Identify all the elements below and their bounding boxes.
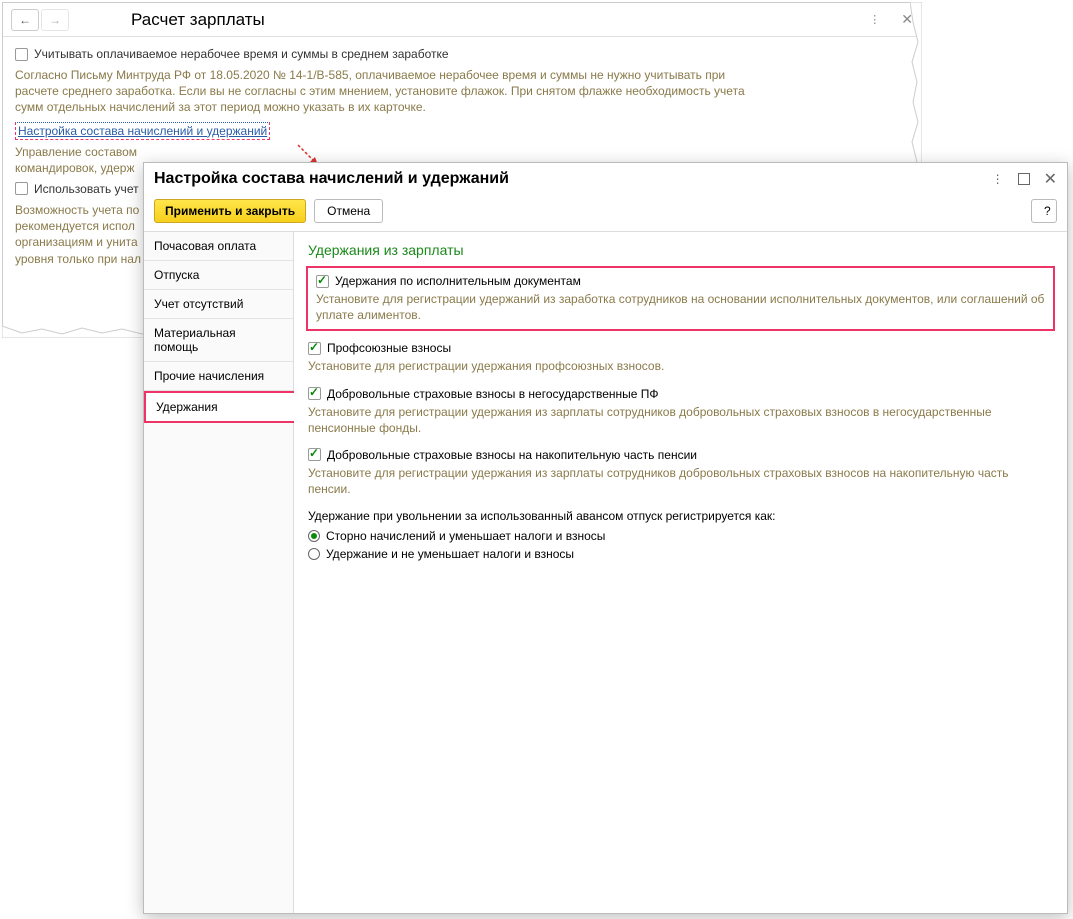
setting-description: Установите для регистрации удержания про… (308, 358, 1053, 374)
apply-close-button[interactable]: Применить и закрыть (154, 199, 306, 223)
radio-group-title: Удержание при увольнении за использованн… (308, 509, 1053, 523)
settings-link[interactable]: Настройка состава начислений и удержаний (15, 122, 270, 140)
truncated-text: командировок, удерж (15, 161, 134, 175)
radio-label: Сторно начислений и уменьшает налоги и в… (326, 529, 605, 543)
truncated-text: Возможность учета по (15, 203, 139, 217)
checkbox-label: Учитывать оплачиваемое нерабочее время и… (34, 47, 449, 61)
checkbox-accounting[interactable] (15, 182, 28, 195)
settings-modal: Настройка состава начислений и удержаний… (143, 162, 1068, 914)
modal-title: Настройка состава начислений и удержаний (154, 170, 509, 188)
setting-executory-docs: Удержания по исполнительным документам У… (306, 266, 1055, 331)
checkbox-union-fees[interactable] (308, 342, 321, 355)
setting-voluntary-pf: Добровольные страховые взносы в негосуда… (308, 387, 1053, 436)
close-icon[interactable]: ✕ (901, 11, 913, 28)
setting-description: Установите для регистрации удержаний из … (316, 291, 1045, 323)
tab-absences[interactable]: Учет отсутствий (144, 290, 293, 319)
truncated-text: организациям и унита (15, 235, 138, 249)
checkbox-nonworking-time[interactable] (15, 48, 28, 61)
kebab-menu-icon[interactable]: ⋮ (869, 13, 881, 26)
truncated-text: рекомендуется испол (15, 219, 135, 233)
setting-description: Установите для регистрации удержания из … (308, 465, 1053, 497)
modal-header: Настройка состава начислений и удержаний… (144, 163, 1067, 195)
truncated-text: Управление составом (15, 145, 137, 159)
checkbox-executory-docs[interactable] (316, 275, 329, 288)
tab-other-accruals[interactable]: Прочие начисления (144, 362, 293, 391)
checkbox-label: Профсоюзные взносы (327, 341, 451, 355)
page-title: Расчет зарплаты (131, 10, 265, 30)
radio-deduction[interactable] (308, 548, 320, 560)
checkbox-label: Добровольные страховые взносы в негосуда… (327, 387, 659, 401)
kebab-menu-icon[interactable]: ⋮ (992, 172, 1004, 186)
help-button[interactable]: ? (1031, 199, 1057, 223)
tab-content: Удержания из зарплаты Удержания по испол… (294, 232, 1067, 913)
nav-back-button[interactable]: ← (11, 9, 39, 31)
close-icon[interactable]: ✕ (1044, 169, 1057, 189)
modal-toolbar: Применить и закрыть Отмена ? (144, 195, 1067, 231)
setting-voluntary-pension: Добровольные страховые взносы на накопит… (308, 448, 1053, 497)
tab-vacations[interactable]: Отпуска (144, 261, 293, 290)
radio-label: Удержание и не уменьшает налоги и взносы (326, 547, 574, 561)
checkbox-label: Удержания по исполнительным документам (335, 274, 581, 288)
setting-union-fees: Профсоюзные взносы Установите для регист… (308, 341, 1053, 374)
checkbox-voluntary-pf[interactable] (308, 387, 321, 400)
checkbox-label: Добровольные страховые взносы на накопит… (327, 448, 697, 462)
modal-body: Почасовая оплата Отпуска Учет отсутствий… (144, 231, 1067, 913)
cancel-button[interactable]: Отмена (314, 199, 383, 223)
content-title: Удержания из зарплаты (308, 242, 1053, 258)
radio-storno[interactable] (308, 530, 320, 542)
tab-list: Почасовая оплата Отпуска Учет отсутствий… (144, 232, 294, 913)
tab-deductions[interactable]: Удержания (144, 391, 294, 423)
checkbox-label: Использовать учет (34, 182, 139, 196)
nav-forward-button[interactable]: → (41, 9, 69, 31)
info-paragraph: Согласно Письму Минтруда РФ от 18.05.202… (15, 67, 755, 116)
setting-description: Установите для регистрации удержания из … (308, 404, 1053, 436)
checkbox-voluntary-pension[interactable] (308, 448, 321, 461)
truncated-text: уровня только при нал (15, 252, 141, 266)
maximize-icon[interactable] (1018, 173, 1030, 185)
bg-header: ← → Расчет зарплаты ⋮ ✕ (3, 3, 921, 37)
tab-hourly-pay[interactable]: Почасовая оплата (144, 232, 293, 261)
tab-material-aid[interactable]: Материальная помощь (144, 319, 293, 362)
